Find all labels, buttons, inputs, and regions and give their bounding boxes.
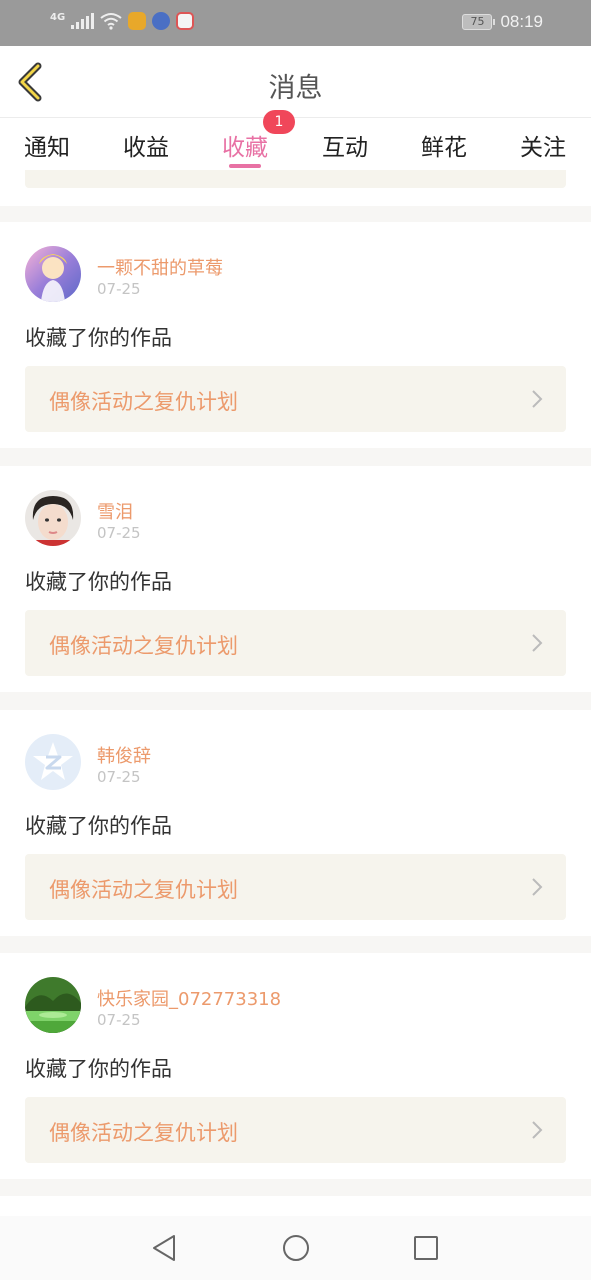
tab-interactions[interactable]: 互动	[322, 128, 368, 162]
status-icons-left: 4G	[50, 11, 195, 30]
work-title: 偶像活动之复仇计划	[49, 634, 238, 658]
nav-home-icon[interactable]	[281, 1233, 311, 1263]
chevron-right-icon	[532, 390, 543, 408]
work-title: 偶像活动之复仇计划	[49, 1121, 238, 1145]
user-name[interactable]: 韩俊辞	[97, 742, 151, 768]
user-name[interactable]: 一颗不甜的草莓	[97, 254, 223, 280]
message-action: 收藏了你的作品	[25, 814, 172, 838]
app-header: 消息	[0, 46, 591, 118]
wifi-icon	[100, 13, 122, 30]
weibo-icon	[128, 12, 147, 30]
message-card: 一颗不甜的草莓 07-25 收藏了你的作品 偶像活动之复仇计划	[0, 222, 591, 448]
work-link[interactable]: 偶像活动之复仇计划	[25, 366, 566, 432]
work-link[interactable]: 偶像活动之复仇计划	[25, 854, 566, 920]
user-avatar[interactable]	[25, 246, 81, 302]
work-link[interactable]: 偶像活动之复仇计划	[25, 1097, 566, 1163]
chevron-right-icon	[532, 634, 543, 652]
tab-notifications[interactable]: 通知	[24, 128, 70, 162]
user-avatar[interactable]	[25, 977, 81, 1033]
tab-earnings[interactable]: 收益	[123, 128, 169, 162]
clock: 08:19	[500, 12, 543, 31]
message-action: 收藏了你的作品	[25, 1057, 172, 1081]
active-tab-indicator	[229, 164, 261, 168]
previous-message-card	[0, 170, 591, 206]
user-avatar[interactable]	[25, 490, 81, 546]
page-title: 消息	[268, 73, 323, 104]
tab-favorites[interactable]: 收藏	[222, 128, 268, 162]
network-type: 4G	[50, 11, 66, 23]
tab-bar: 通知 收益 收藏 互动 鲜花 关注	[0, 118, 591, 170]
map-app-icon	[176, 12, 195, 30]
signal-icon	[71, 13, 95, 29]
message-action: 收藏了你的作品	[25, 326, 172, 350]
tab-following[interactable]: 关注	[520, 128, 566, 162]
status-icons-right: 75 08:19	[462, 12, 543, 32]
message-action: 收藏了你的作品	[25, 570, 172, 594]
favorites-count-badge: 1	[263, 110, 295, 134]
chevron-right-icon	[532, 878, 543, 896]
work-link[interactable]: 偶像活动之复仇计划	[25, 610, 566, 676]
message-date: 07-25	[97, 280, 141, 298]
message-date: 07-25	[97, 524, 141, 542]
user-avatar[interactable]	[25, 734, 81, 790]
previous-work-link[interactable]	[25, 170, 566, 188]
next-message-card	[0, 1196, 591, 1218]
system-nav-bar	[0, 1216, 591, 1280]
message-date: 07-25	[97, 768, 141, 786]
status-bar: 4G 75 08:19	[0, 0, 591, 46]
nav-back-icon[interactable]	[150, 1233, 178, 1263]
work-title: 偶像活动之复仇计划	[49, 878, 238, 902]
tab-flowers[interactable]: 鲜花	[421, 128, 467, 162]
user-name[interactable]: 快乐家园_072773318	[97, 985, 281, 1011]
chevron-right-icon	[532, 1121, 543, 1139]
message-card: 韩俊辞 07-25 收藏了你的作品 偶像活动之复仇计划	[0, 710, 591, 936]
app-notification-icon	[152, 12, 171, 30]
battery-icon: 75	[462, 14, 496, 30]
nav-recent-apps-icon[interactable]	[413, 1235, 439, 1261]
work-title: 偶像活动之复仇计划	[49, 390, 238, 414]
message-card: 雪泪 07-25 收藏了你的作品 偶像活动之复仇计划	[0, 466, 591, 692]
message-date: 07-25	[97, 1011, 141, 1029]
message-card: 快乐家园_072773318 07-25 收藏了你的作品 偶像活动之复仇计划	[0, 953, 591, 1179]
user-name[interactable]: 雪泪	[97, 498, 133, 524]
